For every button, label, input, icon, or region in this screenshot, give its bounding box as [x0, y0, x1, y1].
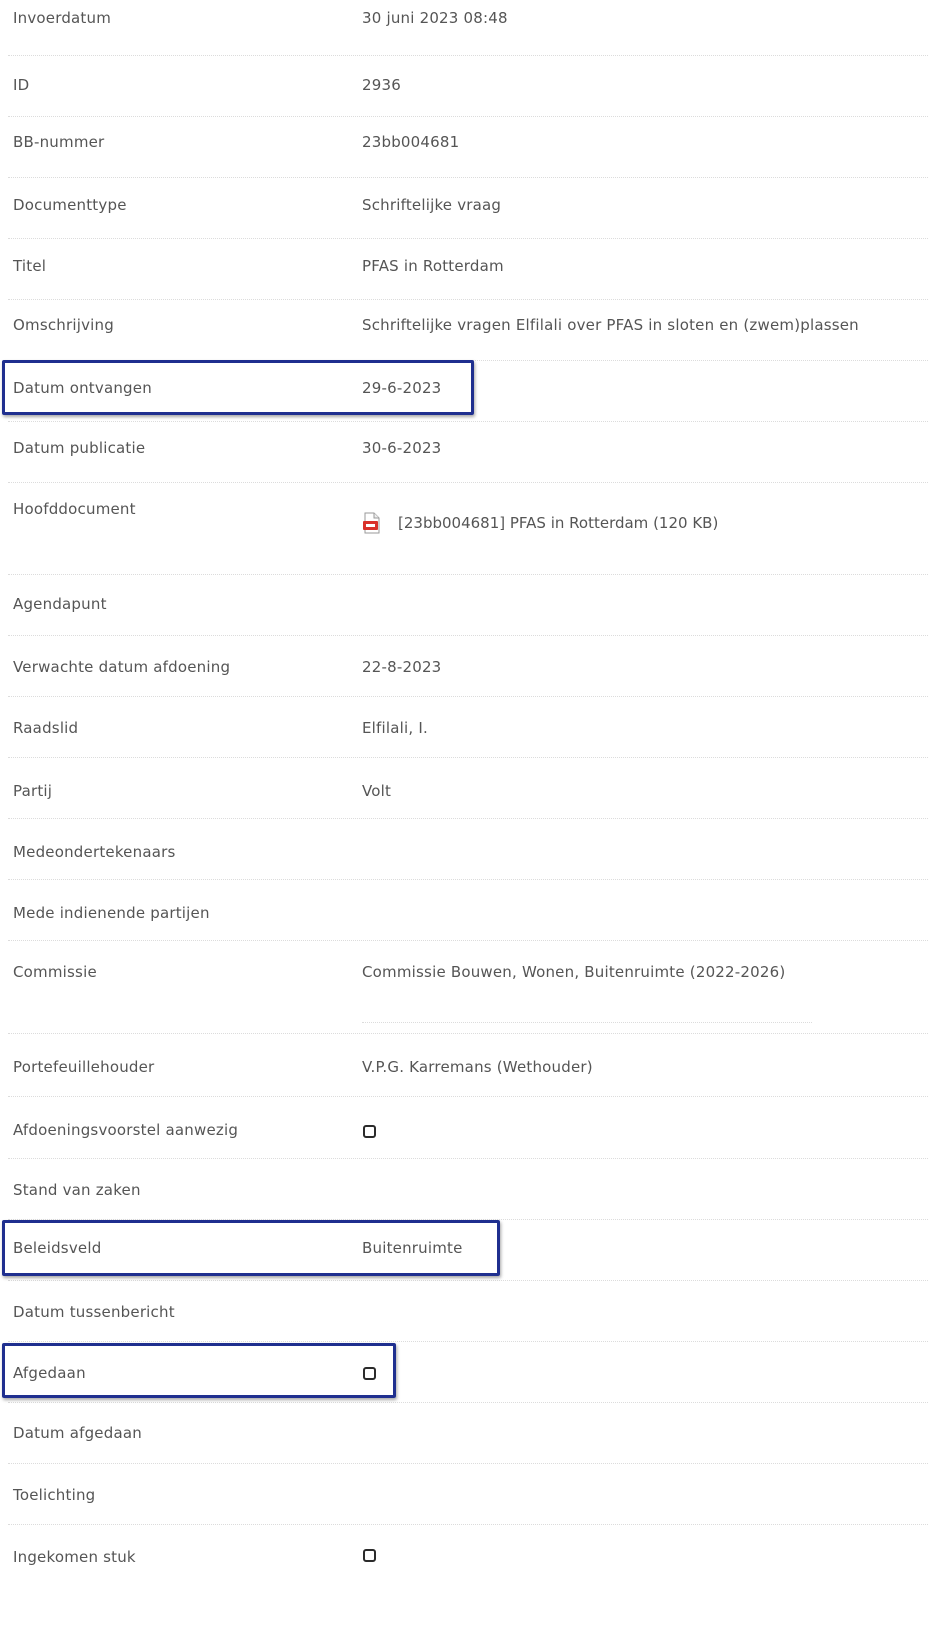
stand-van-zaken-label: Stand van zaken: [13, 1181, 141, 1199]
documenttype-value: Schriftelijke vraag: [362, 196, 502, 214]
row-bb-nummer: BB-nummer 23bb004681: [0, 117, 938, 178]
verwachte-datum-afdoening-label: Verwachte datum afdoening: [13, 658, 231, 676]
detail-table: Invoerdatum 30 juni 2023 08:48 ID 2936 B…: [0, 0, 938, 1639]
row-datum-ontvangen: Datum ontvangen 29-6-2023: [0, 361, 938, 422]
partij-value: Volt: [362, 782, 392, 800]
beleidsveld-value: Buitenruimte: [362, 1239, 463, 1257]
raadslid-value: Elfilali, I.: [362, 719, 428, 737]
raadslid-label: Raadslid: [13, 719, 79, 737]
beleidsveld-label: Beleidsveld: [13, 1239, 102, 1257]
datum-ontvangen-label: Datum ontvangen: [13, 379, 152, 397]
row-ingekomen-stuk: Ingekomen stuk: [0, 1525, 938, 1639]
ingekomen-stuk-label: Ingekomen stuk: [13, 1548, 136, 1566]
bb-nummer-value: 23bb004681: [362, 133, 460, 151]
row-raadslid: Raadslid Elfilali, I.: [0, 697, 938, 758]
afdoeningsvoorstel-aanwezig-checkbox[interactable]: [363, 1125, 376, 1138]
medeondertekenaars-label: Medeondertekenaars: [13, 843, 176, 861]
documenttype-label: Documenttype: [13, 196, 127, 214]
commissie-label: Commissie: [13, 963, 97, 981]
row-medeondertekenaars: Medeondertekenaars: [0, 819, 938, 880]
row-portefeuillehouder: Portefeuillehouder V.P.G. Karremans (Wet…: [0, 1034, 938, 1097]
id-label: ID: [13, 76, 30, 94]
omschrijving-label: Omschrijving: [13, 316, 114, 334]
partij-label: Partij: [13, 782, 53, 800]
verwachte-datum-afdoening-value: 22-8-2023: [362, 658, 442, 676]
portefeuillehouder-value: V.P.G. Karremans (Wethouder): [362, 1058, 593, 1076]
row-toelichting: Toelichting: [0, 1464, 938, 1525]
invoerdatum-value: 30 juni 2023 08:48: [362, 9, 508, 27]
row-hoofddocument: Hoofddocument [23bb004681] PFAS in Rotte…: [0, 483, 938, 575]
row-commissie: Commissie Commissie Bouwen, Wonen, Buite…: [0, 941, 938, 1034]
pdf-file-icon: [362, 512, 382, 534]
datum-tussenbericht-label: Datum tussenbericht: [13, 1303, 175, 1321]
omschrijving-value: Schriftelijke vragen Elfilali over PFAS …: [362, 316, 859, 334]
row-partij: Partij Volt: [0, 758, 938, 819]
row-titel: Titel PFAS in Rotterdam: [0, 239, 938, 300]
row-beleidsveld: Beleidsveld Buitenruimte: [0, 1220, 938, 1281]
commissie-value: Commissie Bouwen, Wonen, Buitenruimte (2…: [362, 963, 786, 981]
toelichting-label: Toelichting: [13, 1486, 96, 1504]
row-datum-tussenbericht: Datum tussenbericht: [0, 1281, 938, 1342]
row-documenttype: Documenttype Schriftelijke vraag: [0, 178, 938, 239]
mede-indienende-partijen-label: Mede indienende partijen: [13, 904, 210, 922]
hoofddocument-label: Hoofddocument: [13, 500, 136, 518]
afgedaan-label: Afgedaan: [13, 1364, 86, 1382]
row-invoerdatum: Invoerdatum 30 juni 2023 08:48: [0, 0, 938, 56]
row-stand-van-zaken: Stand van zaken: [0, 1159, 938, 1220]
bb-nummer-label: BB-nummer: [13, 133, 105, 151]
afgedaan-checkbox[interactable]: [363, 1367, 376, 1380]
afdoeningsvoorstel-aanwezig-label: Afdoeningsvoorstel aanwezig: [13, 1121, 239, 1139]
row-afgedaan: Afgedaan: [0, 1342, 938, 1403]
row-datum-publicatie: Datum publicatie 30-6-2023: [0, 422, 938, 483]
titel-label: Titel: [13, 257, 47, 275]
row-mede-indienende-partijen: Mede indienende partijen: [0, 880, 938, 941]
titel-value: PFAS in Rotterdam: [362, 257, 504, 275]
row-id: ID 2936: [0, 56, 938, 117]
hoofddocument-link-text: [23bb004681] PFAS in Rotterdam (120 KB): [398, 514, 719, 532]
portefeuillehouder-label: Portefeuillehouder: [13, 1058, 155, 1076]
agendapunt-label: Agendapunt: [13, 595, 107, 613]
row-omschrijving: Omschrijving Schriftelijke vragen Elfila…: [0, 300, 938, 361]
row-agendapunt: Agendapunt: [0, 575, 938, 636]
datum-afgedaan-label: Datum afgedaan: [13, 1424, 142, 1442]
commissie-value-underline: [362, 1022, 812, 1023]
datum-publicatie-value: 30-6-2023: [362, 439, 442, 457]
datum-publicatie-label: Datum publicatie: [13, 439, 146, 457]
hoofddocument-link[interactable]: [23bb004681] PFAS in Rotterdam (120 KB): [362, 512, 718, 534]
row-afdoeningsvoorstel-aanwezig: Afdoeningsvoorstel aanwezig: [0, 1097, 938, 1159]
ingekomen-stuk-checkbox[interactable]: [363, 1549, 376, 1562]
row-verwachte-datum-afdoening: Verwachte datum afdoening 22-8-2023: [0, 636, 938, 697]
id-value: 2936: [362, 76, 401, 94]
row-datum-afgedaan: Datum afgedaan: [0, 1403, 938, 1464]
invoerdatum-label: Invoerdatum: [13, 9, 112, 27]
datum-ontvangen-value: 29-6-2023: [362, 379, 442, 397]
